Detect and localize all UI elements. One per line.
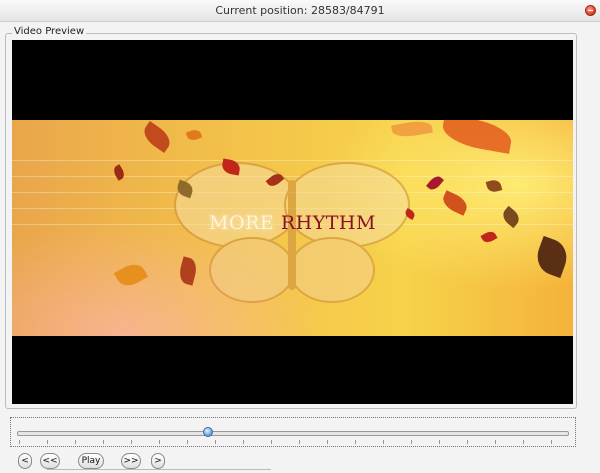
video-frame: MORE RHYTHM — [12, 120, 573, 336]
video-preview: MORE RHYTHM — [12, 40, 573, 404]
leaf-icon — [111, 164, 127, 181]
position-slider[interactable] — [10, 417, 576, 447]
rewind-button[interactable]: << — [40, 453, 60, 469]
overlay-word-more: MORE — [209, 212, 275, 234]
leaf-icon — [391, 120, 433, 140]
controls-divider — [47, 469, 271, 470]
go-start-button[interactable]: < — [18, 453, 32, 469]
fast-forward-button[interactable]: >> — [121, 453, 141, 469]
window-titlebar: Current position: 28583/84791 — [0, 0, 600, 22]
leaf-icon — [113, 259, 149, 291]
leaf-icon — [185, 127, 203, 143]
leaf-icon — [139, 121, 175, 153]
video-overlay-text: MORE RHYTHM — [12, 212, 573, 234]
slider-track[interactable] — [17, 431, 569, 436]
go-end-button[interactable]: > — [151, 453, 165, 469]
video-preview-label: Video Preview — [12, 26, 87, 37]
leaf-icon — [440, 120, 514, 154]
overlay-word-rhythm: RHYTHM — [280, 212, 376, 234]
window-title: Current position: 28583/84791 — [215, 4, 385, 17]
slider-thumb[interactable] — [203, 427, 213, 437]
close-icon[interactable] — [585, 5, 596, 16]
play-button[interactable]: Play — [78, 453, 104, 469]
leaf-icon — [532, 235, 572, 279]
